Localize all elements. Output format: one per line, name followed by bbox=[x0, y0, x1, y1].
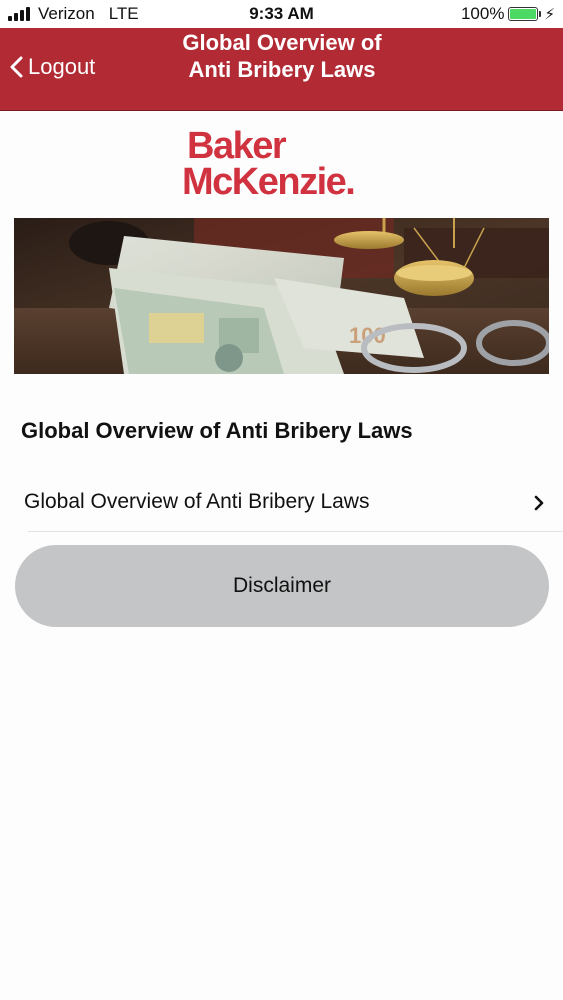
list-item-label: Global Overview of Anti Bribery Laws bbox=[24, 490, 370, 513]
logo-line2: McKenzie. bbox=[182, 161, 356, 203]
logo-line1: Baker bbox=[187, 125, 287, 167]
baker-mckenzie-logo: Baker McKenzie. bbox=[182, 125, 392, 203]
logout-button[interactable]: Logout bbox=[6, 52, 95, 82]
money-scales-handcuffs-image: 100 bbox=[14, 218, 549, 374]
status-right: 100% ⚡︎ bbox=[461, 4, 555, 24]
disclaimer-label: Disclaimer bbox=[232, 574, 331, 597]
battery-tip bbox=[539, 11, 542, 17]
section-title: Global Overview of Anti Bribery Laws bbox=[21, 418, 413, 443]
list-divider bbox=[28, 531, 563, 532]
battery-percent: 100% bbox=[460, 4, 505, 23]
logout-label: Logout bbox=[28, 54, 96, 79]
chevron-right-icon bbox=[534, 495, 544, 511]
nav-bar: Logout Global Overview of Anti Bribery L… bbox=[0, 28, 563, 111]
battery-icon bbox=[508, 7, 539, 21]
banner-image: 100 bbox=[14, 218, 549, 374]
chevron-left-icon bbox=[10, 56, 23, 78]
status-bar: Verizon LTE 9:33 AM 100% ⚡︎ bbox=[0, 0, 563, 28]
disclaimer-button[interactable]: Disclaimer bbox=[15, 545, 549, 627]
page-title: Global Overview of Anti Bribery Laws bbox=[182, 30, 382, 82]
list-item[interactable]: Global Overview of Anti Bribery Laws bbox=[0, 474, 563, 532]
charging-bolt-icon: ⚡︎ bbox=[544, 6, 555, 23]
